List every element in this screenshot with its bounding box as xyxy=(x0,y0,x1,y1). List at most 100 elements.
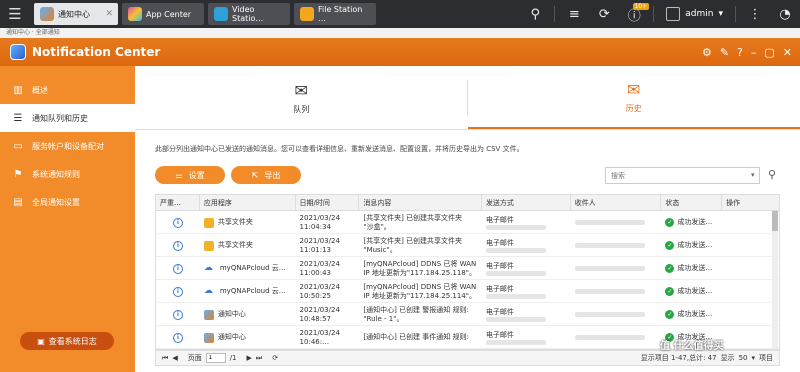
column-severity[interactable]: 严重… xyxy=(156,195,200,211)
view-tabs: ✉ 队列 ✉ 历史 xyxy=(135,66,800,130)
tab-video-station[interactable]: Video Statio… xyxy=(208,3,290,25)
prev-page-icon[interactable]: ◀ xyxy=(172,354,177,362)
user-menu[interactable]: admin ▾ xyxy=(658,7,731,21)
sidebar-item-service-accounts[interactable]: ▭ 服务帐户和设备配对 xyxy=(0,132,135,160)
status-cell: ✓ 成功发送… xyxy=(665,264,713,273)
info-icon: i xyxy=(172,309,183,320)
rule-icon: ⚑ xyxy=(13,168,23,180)
gear-icon[interactable]: ⚙ xyxy=(702,46,712,59)
scrollbar-thumb[interactable] xyxy=(772,211,778,231)
maximize-icon[interactable]: ▢ xyxy=(764,46,774,59)
info-icon: i xyxy=(172,240,183,251)
sliders-icon: ⚌ xyxy=(175,170,183,180)
tab-history[interactable]: ✉ 历史 xyxy=(467,66,800,129)
sidebar-item-queue-history[interactable]: ☰ 通知队列和历史 xyxy=(0,104,135,132)
chevron-down-icon[interactable]: ▾ xyxy=(751,354,755,362)
minimize-icon[interactable]: – xyxy=(751,46,757,59)
chart-icon: ▥ xyxy=(13,84,23,96)
next-page-icon[interactable]: ▶ xyxy=(247,354,252,362)
table-row[interactable]: i 共享文件夹 2021/03/24 11:01:13 [共享文件夹] 已创建共享文件夹… xyxy=(156,234,779,257)
chevron-down-icon[interactable]: ▾ xyxy=(751,171,755,179)
datetime-cell: 2021/03/24 10:46:… xyxy=(299,328,340,346)
divider xyxy=(653,6,655,22)
table-row[interactable]: i ☁ myQNAPcloud 云… 2021/03/24 10:50:25 [myQNA… xyxy=(156,280,779,303)
actions-cell[interactable] xyxy=(722,211,779,234)
export-button[interactable]: ⇱ 导出 xyxy=(231,166,301,184)
refresh-icon[interactable]: ⟳ xyxy=(272,354,278,362)
status-cell: ✓ 成功发送… xyxy=(665,310,713,319)
notification-badge: 10+ xyxy=(632,3,650,10)
search-input[interactable] xyxy=(605,167,760,184)
divider xyxy=(467,80,468,116)
tab-notification-center[interactable]: 通知中心 ✕ xyxy=(34,3,118,25)
actions-cell[interactable] xyxy=(722,234,779,257)
actions-cell[interactable] xyxy=(722,303,779,326)
sync-icon[interactable]: ⟳ xyxy=(589,0,619,28)
stack-icon[interactable]: ≡ xyxy=(559,0,589,28)
status-cell: ✓ 成功发送… xyxy=(665,287,713,296)
column-method[interactable]: 发送方式 xyxy=(482,195,571,211)
breadcrumb: 通知中心 · 全部通知 xyxy=(0,28,800,38)
close-icon[interactable]: ✕ xyxy=(783,46,792,59)
check-icon: ✓ xyxy=(665,264,675,273)
settings-icon: ▤ xyxy=(13,196,23,208)
app-center-icon xyxy=(128,7,142,21)
first-page-icon[interactable]: ⏮ xyxy=(162,354,168,363)
table-header: 严重… 应用程序 日期/时间 消息内容 发送方式 收件人 状态 操作 xyxy=(156,195,779,211)
column-status[interactable]: 状态 xyxy=(661,195,723,211)
app-cell: 通知中心 xyxy=(200,326,296,349)
cloud-icon: ☁ xyxy=(203,285,213,296)
last-page-icon[interactable]: ⏭ xyxy=(256,354,262,363)
severity-cell: i xyxy=(156,280,200,303)
sidebar: ▥ 概述 ☰ 通知队列和历史 ▭ 服务帐户和设备配对 ⚑ 系统通知规则 ▤ 全局… xyxy=(0,66,135,372)
tab-file-station[interactable]: File Station … xyxy=(294,3,376,25)
page-description: 此部分列出通知中心已发送的通知消息。您可以查看详细信息、重新发送消息、配置设置，… xyxy=(155,145,524,153)
actions-cell[interactable] xyxy=(722,257,779,280)
help-icon[interactable]: ? xyxy=(737,46,743,59)
actions-cell[interactable] xyxy=(722,326,779,349)
page-input[interactable] xyxy=(205,353,226,363)
sidebar-item-global-settings[interactable]: ▤ 全局通知设置 xyxy=(0,188,135,216)
sidebar-item-overview[interactable]: ▥ 概述 xyxy=(0,76,135,104)
pagination-bar: ⏮ ◀ 页面 /1 ▶ ⏭ ⟳ 显示项目 1-47,总计: 47 显示 50 ▾… xyxy=(155,350,780,366)
method-cell: 电子邮件 xyxy=(482,280,571,303)
blurred-text xyxy=(485,270,546,276)
actions-cell[interactable] xyxy=(722,280,779,303)
search-icon[interactable]: ⚲ xyxy=(520,0,550,28)
column-message[interactable]: 消息内容 xyxy=(359,195,482,211)
table-row[interactable]: i ☁ myQNAPcloud 云… 2021/03/24 11:00:43 [myQNA… xyxy=(156,257,779,280)
menu-icon[interactable]: ☰ xyxy=(0,0,30,28)
app-cell: 通知中心 xyxy=(200,303,296,326)
column-recipient[interactable]: 收件人 xyxy=(571,195,662,211)
method-cell: 电子邮件 xyxy=(482,257,571,280)
check-icon: ✓ xyxy=(665,241,675,250)
notification-center-icon xyxy=(40,7,54,21)
more-icon[interactable]: ⋮ xyxy=(740,0,770,28)
datetime-cell: 2021/03/24 11:01:13 xyxy=(299,236,340,254)
sidebar-item-system-rules[interactable]: ⚑ 系统通知规则 xyxy=(0,160,135,188)
column-actions[interactable]: 操作 xyxy=(722,195,779,211)
settings-button[interactable]: ⚌ 设置 xyxy=(155,166,225,184)
datetime-cell: 2021/03/24 11:00:43 xyxy=(299,259,340,277)
app-title: Notification Center xyxy=(32,45,161,59)
per-page-select[interactable]: 50 xyxy=(739,354,748,362)
scrollbar[interactable] xyxy=(772,211,778,349)
table-row[interactable]: i 通知中心 2021/03/24 10:48:57 [通知中心] 已创建 警报通知 规… xyxy=(156,303,779,326)
search-icon[interactable]: ⚲ xyxy=(768,168,776,181)
tab-app-center[interactable]: App Center xyxy=(122,3,204,25)
dashboard-icon[interactable]: ◔ xyxy=(770,0,800,28)
close-icon[interactable]: ✕ xyxy=(105,9,113,19)
check-icon: ✓ xyxy=(665,310,675,319)
file-station-icon xyxy=(300,7,314,21)
view-system-log-button[interactable]: ▣ 查看系统日志 xyxy=(20,332,114,350)
tools-icon[interactable]: ✎ xyxy=(720,46,729,59)
column-datetime[interactable]: 日期/时间 xyxy=(296,195,360,211)
column-application[interactable]: 应用程序 xyxy=(200,195,296,211)
method-cell: 电子邮件 xyxy=(482,211,571,234)
table-row[interactable]: i 共享文件夹 2021/03/24 11:04:34 [共享文件夹] 已创建共享文件夹… xyxy=(156,211,779,234)
info-icon[interactable]: ⓘ 10+ xyxy=(619,0,650,28)
app-cell: 共享文件夹 xyxy=(200,234,296,257)
cloud-icon: ☁ xyxy=(203,262,213,273)
blurred-text xyxy=(485,247,546,253)
tab-queue[interactable]: ✉ 队列 xyxy=(135,66,468,129)
